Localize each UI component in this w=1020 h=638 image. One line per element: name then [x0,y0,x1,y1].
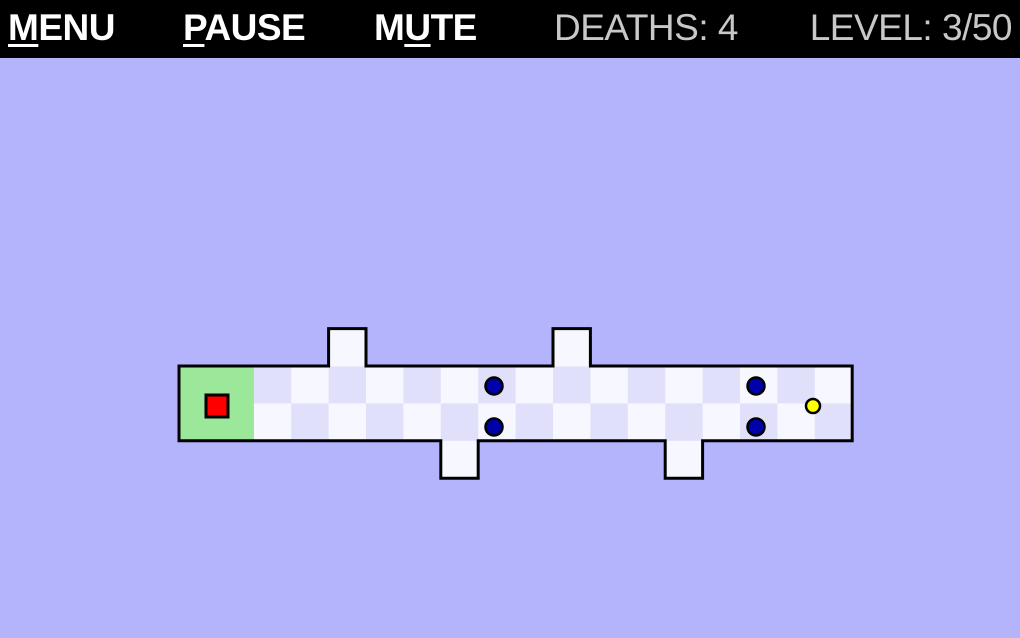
floor-tile [814,366,853,404]
enemy-dot [484,417,504,437]
player-square [204,393,230,419]
floor-tile [627,366,666,404]
floor-tile [253,366,292,404]
floor-tile [665,366,704,404]
enemy-dot [746,376,766,396]
floor-tile [665,403,704,442]
floor-tile [253,403,292,442]
floor-tile [627,403,666,442]
floor-tile [515,366,554,404]
floor-tile [553,403,591,442]
floor-tile [553,366,591,404]
alcove-tile [553,328,591,367]
enemy-dot [484,376,504,396]
floor-tile [440,403,479,442]
floor-tile [440,366,479,404]
floor-tile [590,366,629,404]
alcove-tile [328,328,367,367]
floor-tile [515,403,554,442]
floor-tile [291,403,330,442]
floor-tile [403,366,442,404]
floor-tile [702,366,741,404]
floor-tile [291,366,330,404]
floor-tile [328,403,367,442]
floor-tile [366,366,404,404]
enemy-dot [746,417,766,437]
floor-tile [366,403,404,442]
floor-tile [328,366,367,404]
floor-tile [702,403,741,442]
alcove-tile [665,440,704,479]
alcove-tile [440,440,479,479]
floor-tile [403,403,442,442]
floor-tile [777,366,816,404]
floor-tile [590,403,629,442]
coin [804,397,822,415]
game-board [177,327,854,480]
